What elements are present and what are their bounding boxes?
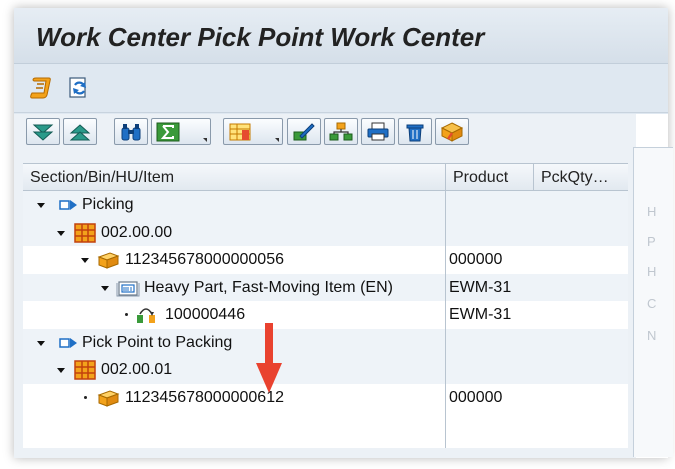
collapse-toggle-icon[interactable] [81,258,89,263]
tree-node-label: Pick Point to Packing [82,333,233,351]
table-row[interactable]: 002.00.00 [23,218,628,246]
collapse-all-button[interactable] [63,118,97,145]
refresh-icon[interactable] [66,75,92,101]
find-icon [121,124,141,141]
collapse-toggle-icon[interactable] [57,230,65,236]
tree-node-label: 112345678000000056 [125,251,284,268]
column-header-product[interactable]: Product [446,164,533,191]
handling-unit-icon [97,389,120,407]
table-row[interactable]: Pick Point to Packing [23,328,628,356]
find-button[interactable] [114,118,148,145]
detail-panel-edge: H P H C N [633,147,673,457]
expand-all-icon [32,124,54,141]
table-row[interactable]: 112345678000000612 000000 [23,384,628,412]
warehouse-task-icon [137,308,155,323]
hu-tree-table: Section/Bin/HU/Item Product PckQty… Pick… [23,163,628,448]
table-row[interactable]: Picking [23,191,628,219]
tree-node-label: 002.00.01 [101,361,173,378]
red-arrow-icon [256,323,282,393]
pack-icon [440,122,464,142]
tree-node-label: 002.00.00 [101,223,173,241]
collapse-toggle-icon[interactable] [101,285,109,291]
collapse-toggle-icon[interactable] [57,368,65,373]
table-row[interactable]: 112345678000000056 000000 [23,246,628,274]
edit-icon [293,123,315,141]
section-icon [59,200,77,210]
leaf-bullet-icon [84,395,87,399]
product-cell: 000000 [449,251,503,268]
hierarchy-button[interactable] [324,118,358,145]
layout-icon [229,123,251,141]
delete-button[interactable] [398,118,432,145]
script-icon[interactable] [28,75,54,101]
table-row[interactable]: 002.00.01 [23,356,628,384]
layout-dropdown-arrow-icon[interactable] [275,138,279,142]
product-cell: EWM-31 [449,278,512,296]
storage-bin-icon [74,360,96,380]
delete-icon [406,124,424,142]
table-body: Picking 002.00.00 112345678000000056 000… [23,191,628,448]
table-header: Section/Bin/HU/Item Product PckQty… [23,163,628,191]
table-row[interactable]: Heavy Part, Fast-Moving Item (EN) EWM-31 [23,273,628,301]
edit-button[interactable] [287,118,321,145]
pack-button[interactable] [435,118,469,145]
column-header-pckqty[interactable]: PckQty… [534,164,628,191]
handling-unit-icon [97,252,120,269]
product-cell: 000000 [449,388,503,406]
storage-bin-icon [74,222,96,243]
layout-button[interactable] [223,118,283,145]
sum-icon [156,122,180,142]
title-bar: Work Center Pick Point Work Center [14,8,668,64]
tree-node-label: 100000446 [165,306,246,323]
product-item-icon [116,280,140,296]
page-title: Work Center Pick Point Work Center [36,22,485,52]
table-row[interactable]: 100000446 EWM-31 [23,301,628,329]
collapse-toggle-icon[interactable] [37,340,45,346]
print-icon [367,122,389,141]
sum-dropdown-arrow-icon[interactable] [203,138,207,142]
product-cell: EWM-31 [449,306,512,323]
tree-node-label: Heavy Part, Fast-Moving Item (EN) [144,278,393,296]
column-header-section[interactable]: Section/Bin/HU/Item [23,164,445,191]
application-toolbar [14,65,668,113]
collapse-all-icon [69,124,91,141]
hierarchy-icon [329,122,353,141]
collapse-toggle-icon[interactable] [37,203,45,208]
print-button[interactable] [361,118,395,145]
expand-all-button[interactable] [26,118,60,145]
sum-button[interactable] [151,118,211,145]
section-icon [59,337,77,348]
leaf-bullet-icon [125,313,128,316]
tree-node-label: Picking [82,196,134,213]
